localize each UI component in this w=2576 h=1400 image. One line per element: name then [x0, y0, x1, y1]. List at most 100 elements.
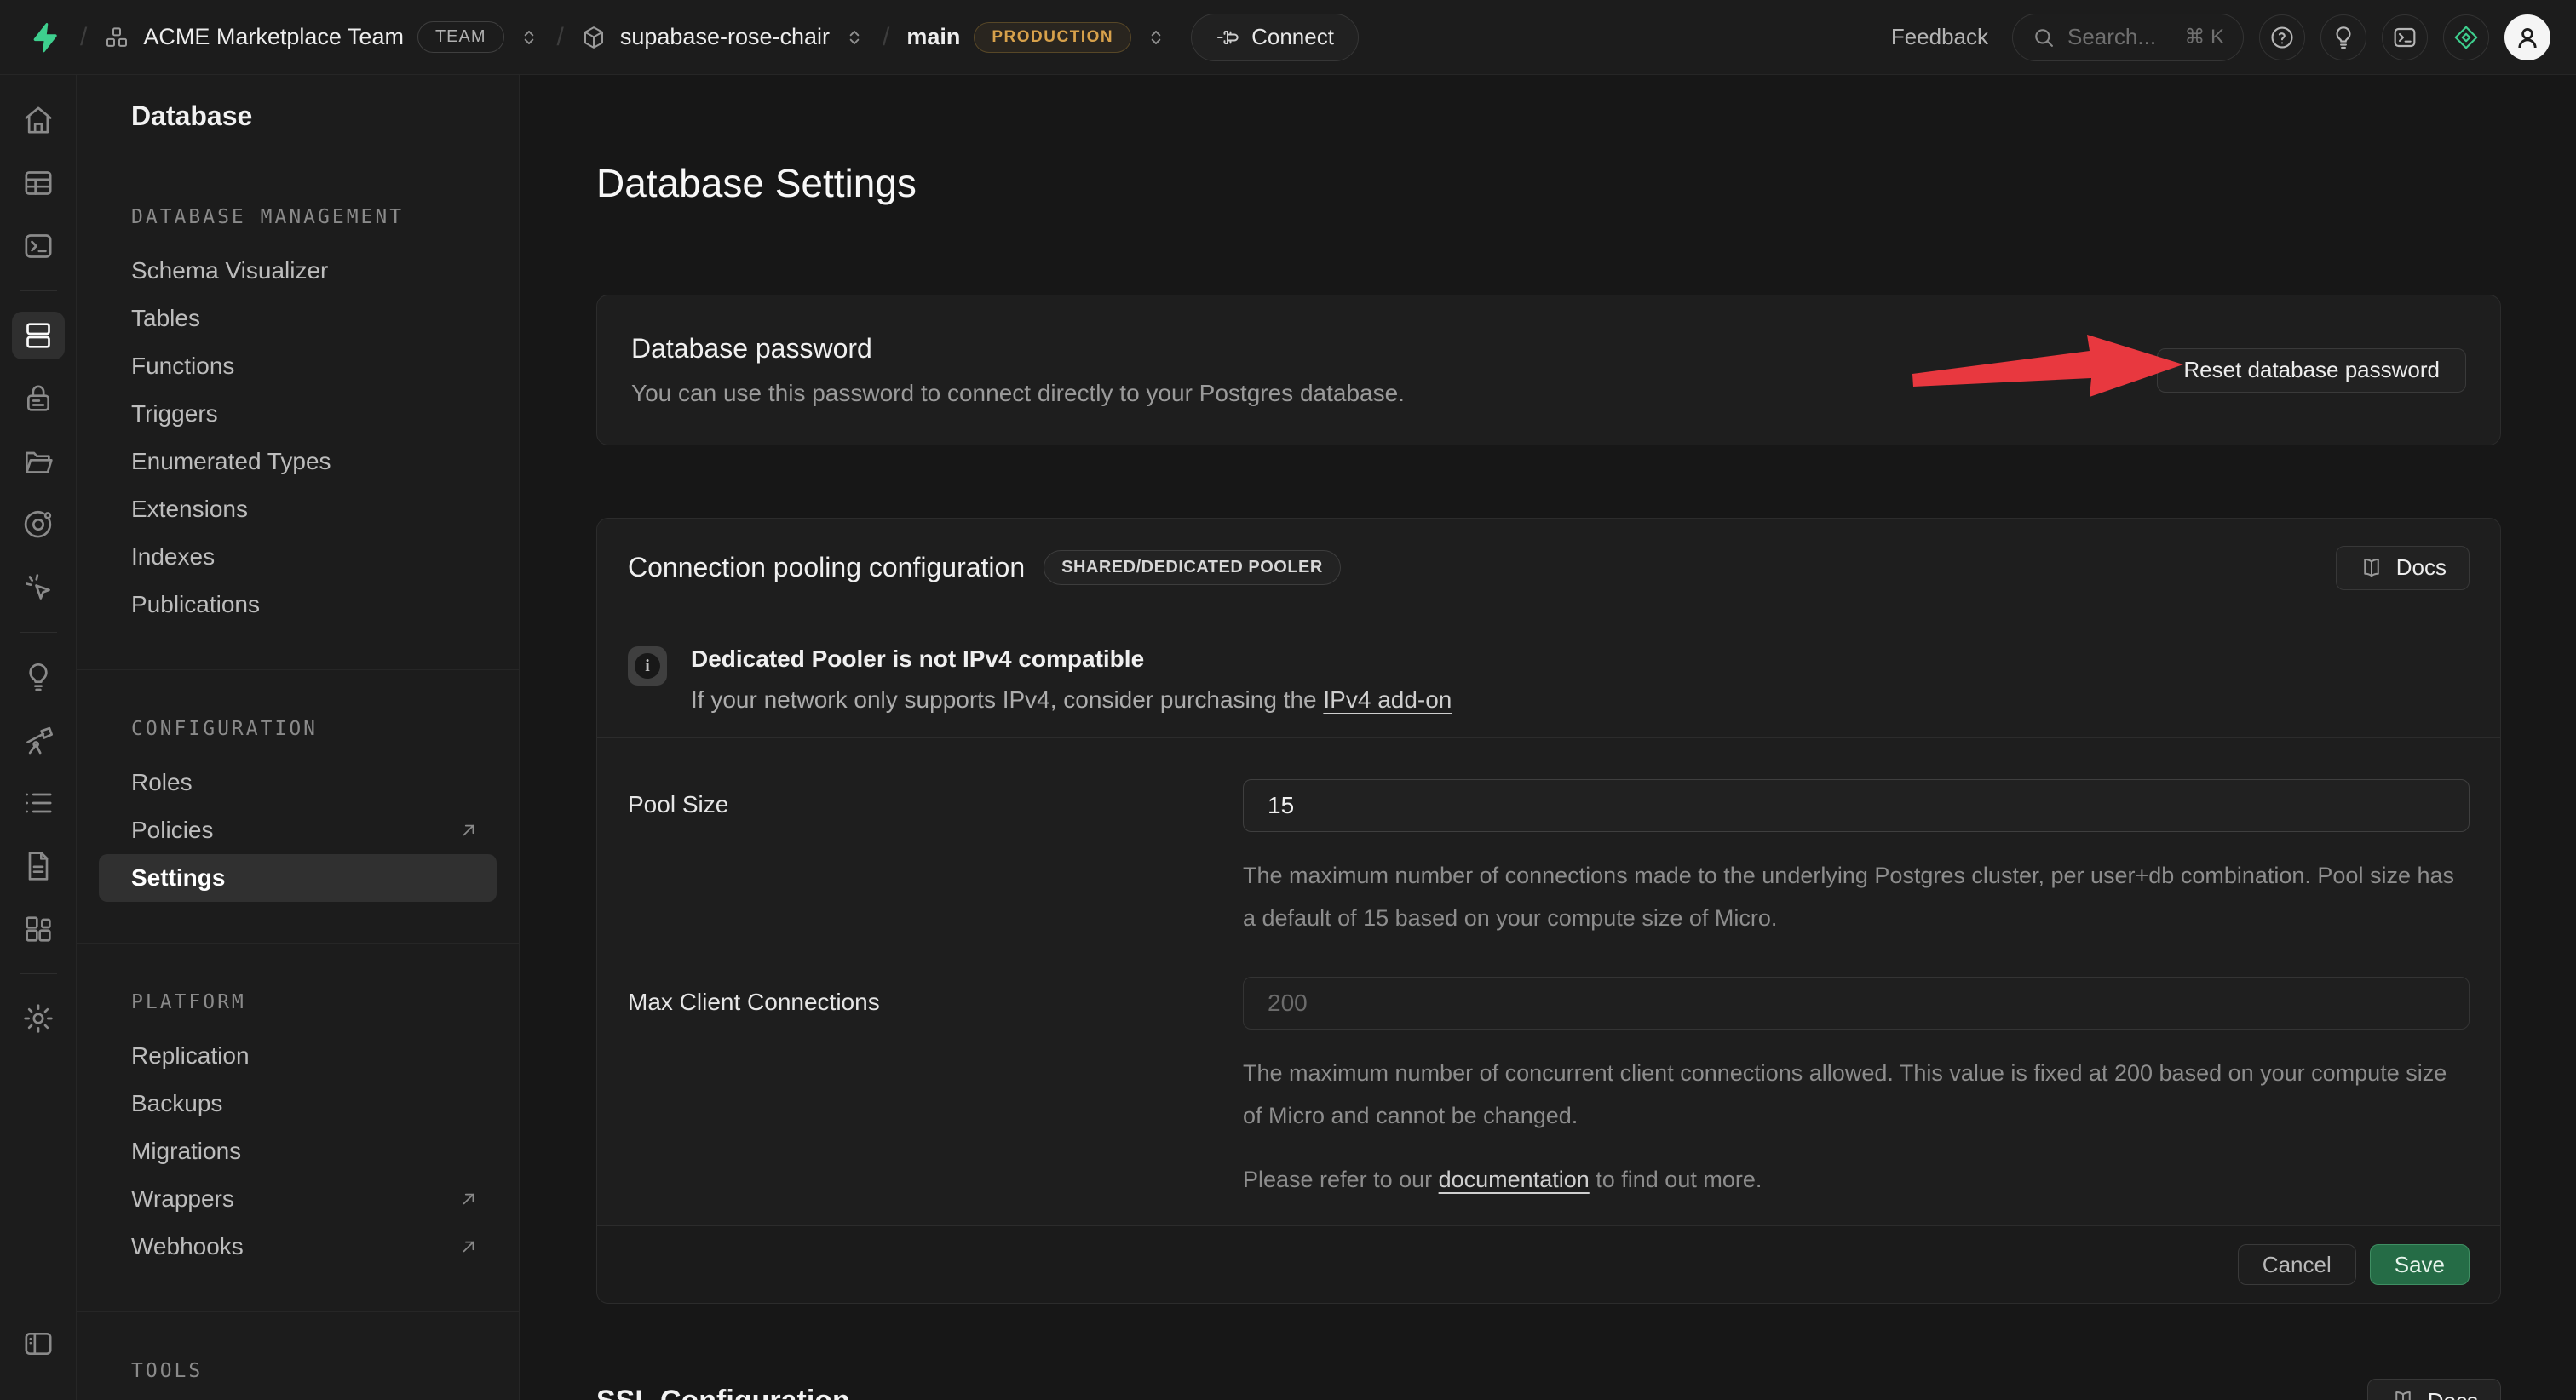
- breadcrumb-org[interactable]: ACME Marketplace Team TEAM: [104, 21, 539, 53]
- documentation-link[interactable]: documentation: [1439, 1167, 1590, 1192]
- ipv4-alert: i Dedicated Pooler is not IPv4 compatibl…: [597, 617, 2500, 738]
- max-client-connections-input[interactable]: [1243, 977, 2470, 1030]
- sidebar-section-label: TOOLS: [99, 1360, 497, 1382]
- sidebar-item-label: Tables: [131, 305, 200, 332]
- org-name: ACME Marketplace Team: [143, 24, 404, 50]
- sidebar-item-label: Publications: [131, 591, 260, 618]
- collapse-sidebar-button[interactable]: [12, 1320, 65, 1368]
- docs-label: Docs: [2396, 554, 2447, 581]
- password-card-description: You can use this password to connect dir…: [631, 380, 1405, 407]
- panel-left-icon: [21, 1327, 55, 1361]
- organization-icon: [104, 25, 129, 50]
- sidebar-item-webhooks[interactable]: Webhooks: [99, 1223, 497, 1271]
- org-selector-icon[interactable]: [518, 26, 540, 49]
- rail-item-reports[interactable]: [12, 716, 65, 764]
- assistant-button[interactable]: [2443, 14, 2489, 60]
- annotation-arrow: [1909, 324, 2190, 406]
- rail-item-api-docs[interactable]: [12, 842, 65, 890]
- help-button[interactable]: [2259, 14, 2305, 60]
- supabase-logo-icon[interactable]: [26, 21, 63, 54]
- docs-label: Docs: [2428, 1388, 2478, 1400]
- save-button[interactable]: Save: [2370, 1244, 2470, 1285]
- sidebar-section-label: CONFIGURATION: [99, 718, 497, 740]
- rail-item-project-settings[interactable]: [12, 995, 65, 1042]
- ssl-section-title: SSL Configuration: [596, 1385, 850, 1400]
- sidebar-item-roles[interactable]: Roles: [99, 759, 497, 806]
- rail-item-advisors[interactable]: [12, 653, 65, 701]
- rail-item-sql-editor[interactable]: [12, 222, 65, 270]
- realtime-icon: [21, 571, 55, 605]
- sidebar-item-extensions[interactable]: Extensions: [99, 485, 497, 533]
- sidebar-item-schema-visualizer[interactable]: Schema Visualizer: [99, 247, 497, 295]
- database-password-card: Database password You can use this passw…: [596, 295, 2501, 445]
- project-icon: [581, 25, 607, 50]
- cancel-button[interactable]: Cancel: [2238, 1244, 2356, 1285]
- connection-pooling-card: Connection pooling configuration SHARED/…: [596, 518, 2501, 1304]
- user-avatar[interactable]: [2504, 14, 2550, 60]
- feedback-button[interactable]: Feedback: [1883, 24, 1997, 50]
- rail-item-database[interactable]: [12, 312, 65, 359]
- search-box[interactable]: ⌘ K: [2012, 14, 2244, 61]
- sidebar-item-tables[interactable]: Tables: [99, 295, 497, 342]
- pool-size-row: Pool Size The maximum number of connecti…: [597, 738, 2500, 956]
- sidebar-item-label: Extensions: [131, 496, 248, 523]
- help-icon: [2268, 24, 2296, 51]
- sidebar-item-policies[interactable]: Policies: [99, 806, 497, 854]
- sidebar-item-functions[interactable]: Functions: [99, 342, 497, 390]
- sql-editor-icon: [21, 229, 55, 263]
- ipv4-addon-link[interactable]: IPv4 add-on: [1323, 686, 1452, 713]
- plug-icon: [1216, 26, 1239, 49]
- breadcrumb-project[interactable]: supabase-rose-chair: [581, 24, 865, 50]
- branch-selector-icon[interactable]: [1145, 26, 1167, 49]
- sidebar-item-replication[interactable]: Replication: [99, 1032, 497, 1080]
- max-client-connections-helper: The maximum number of concurrent client …: [1243, 1052, 2470, 1137]
- sidebar-item-migrations[interactable]: Migrations: [99, 1127, 497, 1175]
- breadcrumb-branch[interactable]: main PRODUCTION: [906, 22, 1167, 53]
- sidebar-item-label: Roles: [131, 769, 193, 796]
- rail-item-table-editor[interactable]: [12, 159, 65, 207]
- sidebar-section-database-management: DATABASE MANAGEMENTSchema VisualizerTabl…: [77, 158, 519, 670]
- project-selector-icon[interactable]: [843, 26, 865, 49]
- rail-item-logs[interactable]: [12, 779, 65, 827]
- search-input[interactable]: [2067, 24, 2172, 50]
- rail-item-edge-functions[interactable]: [12, 501, 65, 548]
- reports-icon: [21, 723, 55, 757]
- pooling-card-footer: Cancel Save: [597, 1225, 2500, 1303]
- rail-item-integrations[interactable]: [12, 905, 65, 953]
- sidebar-item-backups[interactable]: Backups: [99, 1080, 497, 1127]
- project-settings-icon: [21, 1001, 55, 1036]
- breadcrumb-separator: /: [555, 23, 566, 52]
- rail-item-home[interactable]: [12, 96, 65, 144]
- database-sidebar: Database DATABASE MANAGEMENTSchema Visua…: [77, 75, 520, 1400]
- production-badge: PRODUCTION: [974, 22, 1131, 53]
- sidebar-section-platform: PLATFORM ReplicationBackupsMigrationsWrap…: [77, 944, 519, 1312]
- sidebar-item-label: Policies: [131, 817, 213, 844]
- book-icon: [2390, 1388, 2416, 1400]
- cli-terminal-button[interactable]: [2382, 14, 2428, 60]
- rail-item-realtime[interactable]: [12, 564, 65, 611]
- reset-database-password-button[interactable]: Reset database password: [2157, 348, 2466, 393]
- rail-item-storage[interactable]: [12, 438, 65, 485]
- pool-size-input[interactable]: [1243, 779, 2470, 832]
- sidebar-item-indexes[interactable]: Indexes: [99, 533, 497, 581]
- pooler-type-badge: SHARED/DEDICATED POOLER: [1044, 550, 1341, 585]
- edge-functions-icon: [21, 508, 55, 542]
- sidebar-item-wrappers[interactable]: Wrappers: [99, 1175, 497, 1223]
- connect-label: Connect: [1251, 24, 1334, 50]
- book-icon: [2359, 555, 2384, 581]
- storage-icon: [21, 445, 55, 479]
- pooling-docs-button[interactable]: Docs: [2336, 546, 2470, 590]
- sidebar-item-settings[interactable]: Settings: [99, 854, 497, 902]
- ssl-docs-button[interactable]: Docs: [2367, 1379, 2501, 1400]
- sidebar-section-label: PLATFORM: [99, 991, 497, 1013]
- rail-item-authentication[interactable]: [12, 375, 65, 422]
- assistant-diamond-icon: [2452, 24, 2480, 51]
- sidebar-item-enumerated-types[interactable]: Enumerated Types: [99, 438, 497, 485]
- page-title: Database Settings: [596, 160, 2501, 206]
- user-icon: [2513, 23, 2542, 52]
- connect-button[interactable]: Connect: [1191, 14, 1359, 61]
- sidebar-item-triggers[interactable]: Triggers: [99, 390, 497, 438]
- database-icon: [21, 318, 55, 353]
- advisor-notifications-button[interactable]: [2320, 14, 2366, 60]
- sidebar-item-publications[interactable]: Publications: [99, 581, 497, 628]
